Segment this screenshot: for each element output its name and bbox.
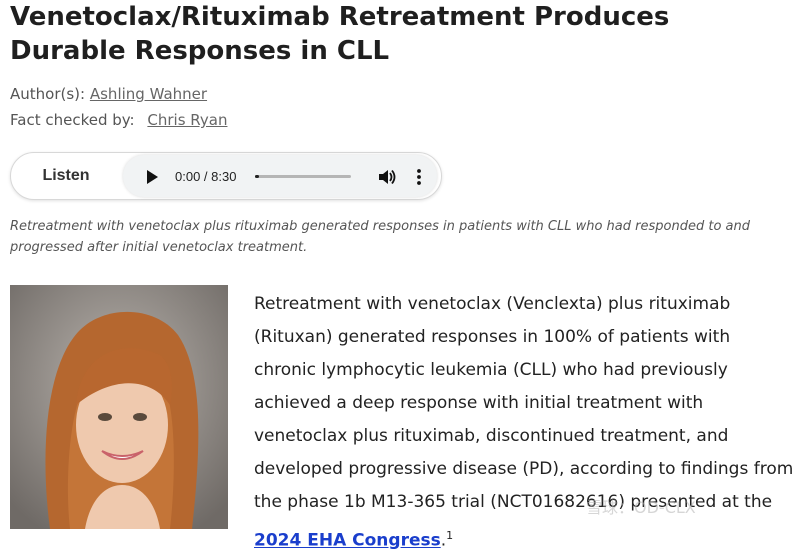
article-title: Venetoclax/Rituximab Retreatment Produce… <box>10 2 670 66</box>
audio-player: 0:00 / 8:30 <box>123 155 437 197</box>
progress-slider[interactable] <box>255 175 351 178</box>
listen-bar: Listen 0:00 / 8:30 <box>10 152 442 200</box>
fact-checker-link[interactable]: Chris Ryan <box>147 111 227 129</box>
watermark: 雪球：OD-CLX <box>586 492 786 520</box>
body-text-start: Retreatment with venetoclax (Venclexta) … <box>254 294 794 512</box>
author-line: Author(s): Ashling Wahner <box>10 85 207 103</box>
eha-congress-link[interactable]: 2024 EHA Congress <box>254 531 441 551</box>
footnote-ref[interactable]: 1 <box>446 529 453 542</box>
fact-checked-label: Fact checked by: <box>10 111 135 129</box>
fact-check-line: Fact checked by: Chris Ryan <box>10 111 227 129</box>
more-options-icon[interactable] <box>416 168 422 190</box>
volume-icon[interactable] <box>377 168 397 190</box>
authors-label: Author(s): <box>10 85 86 103</box>
progress-fill <box>255 175 259 178</box>
play-icon[interactable] <box>147 170 158 184</box>
article-summary: Retreatment with venetoclax plus rituxim… <box>10 219 750 255</box>
author-photo <box>10 285 228 529</box>
time-display: 0:00 / 8:30 <box>175 169 237 184</box>
watermark-text: 雪球：OD-CLX <box>586 498 696 517</box>
author-link[interactable]: Ashling Wahner <box>90 85 207 103</box>
listen-button[interactable]: Listen <box>11 153 121 199</box>
